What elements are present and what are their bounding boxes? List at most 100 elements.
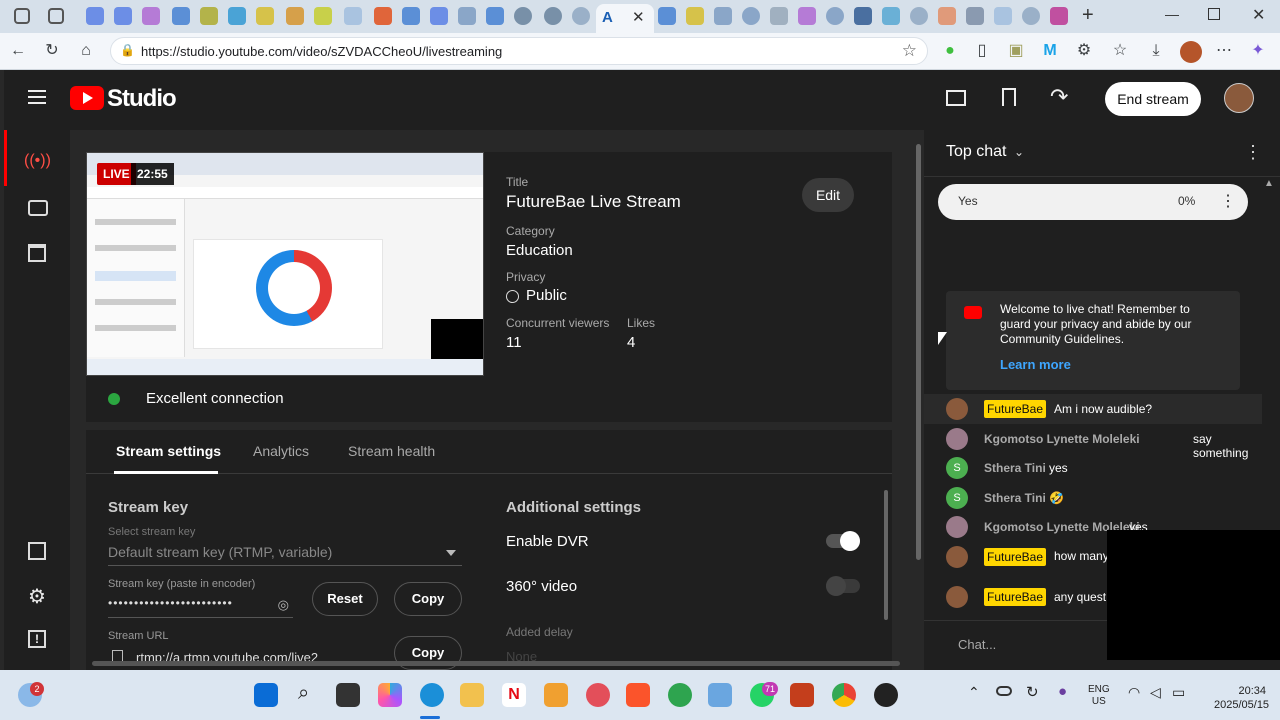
brave-icon[interactable]: [626, 683, 650, 707]
chat-avatar[interactable]: [946, 545, 968, 568]
browser-tab[interactable]: [686, 7, 704, 25]
start-button-icon[interactable]: [254, 683, 278, 707]
browser-tab[interactable]: [826, 7, 844, 25]
chat-more-options-icon[interactable]: ⋮: [1244, 142, 1262, 163]
powerpoint-icon[interactable]: [790, 683, 814, 707]
extension-icon[interactable]: ●: [940, 41, 960, 61]
end-stream-button[interactable]: End stream: [1105, 82, 1201, 116]
hamburger-menu-icon[interactable]: [28, 90, 46, 104]
stream-key-input[interactable]: •••••••••••••••••••••••• ◎: [108, 594, 293, 618]
language-indicator[interactable]: ENG US: [1088, 684, 1110, 708]
studio-logo-text[interactable]: Studio: [107, 85, 177, 113]
battery-icon[interactable]: ▭: [1172, 684, 1185, 701]
chat-avatar[interactable]: [946, 586, 968, 608]
feedback-icon[interactable]: !: [28, 630, 46, 648]
favorite-star-icon[interactable]: ☆: [902, 41, 917, 61]
browser-tab[interactable]: [514, 7, 532, 25]
video-360-toggle[interactable]: [826, 576, 860, 596]
chat-author[interactable]: FutureBae: [984, 400, 1047, 418]
browser-tab[interactable]: [458, 7, 476, 25]
browser-tab[interactable]: [658, 7, 676, 25]
browser-tab[interactable]: [430, 7, 448, 25]
browser-tab[interactable]: [314, 7, 332, 25]
chat-message[interactable]: FutureBae Am i now audible?: [946, 398, 1266, 426]
account-avatar[interactable]: [1224, 83, 1254, 113]
browser-tab[interactable]: [742, 7, 760, 25]
back-icon[interactable]: ←: [8, 41, 28, 61]
active-browser-tab[interactable]: A ✕: [596, 4, 654, 33]
browser-tab[interactable]: [966, 7, 984, 25]
clock[interactable]: 20:34 2025/05/15: [1214, 684, 1269, 712]
chat-author[interactable]: FutureBae: [984, 547, 1047, 566]
browser-tab[interactable]: [910, 7, 928, 25]
task-view-icon[interactable]: [336, 683, 360, 707]
home-icon[interactable]: ⌂: [76, 41, 96, 61]
chat-scroll-up-icon[interactable]: ▲: [1264, 178, 1274, 189]
chat-avatar[interactable]: [946, 398, 968, 420]
chat-author[interactable]: Sthera Tini: [984, 461, 1046, 475]
file-explorer-icon[interactable]: [460, 683, 484, 707]
browser-tab[interactable]: [770, 7, 788, 25]
search-icon[interactable]: ⌕: [298, 682, 309, 705]
sync-icon[interactable]: ↻: [1026, 683, 1039, 701]
browser-tab[interactable]: [544, 7, 562, 25]
edit-button[interactable]: Edit: [802, 178, 854, 212]
maximize-icon[interactable]: [1208, 8, 1220, 20]
close-tab-icon[interactable]: ✕: [632, 8, 645, 26]
browser-tab[interactable]: [344, 7, 362, 25]
netflix-icon[interactable]: N: [502, 683, 526, 707]
copy-key-button[interactable]: Copy: [394, 582, 462, 616]
hide-key-eye-icon[interactable]: ◎: [278, 597, 289, 613]
settings-scrollbar[interactable]: [884, 490, 888, 620]
browser-tab[interactable]: [572, 7, 590, 25]
browser-tab[interactable]: [374, 7, 392, 25]
vertical-tabs-icon[interactable]: [48, 8, 64, 24]
stream-preview[interactable]: LIVE 22:55: [86, 152, 484, 376]
favorites-icon[interactable]: ☆: [1110, 41, 1130, 61]
new-tab-icon[interactable]: +: [1082, 4, 1094, 27]
chat-mode-selector[interactable]: Top chat ⌄: [946, 143, 1024, 161]
chat-avatar[interactable]: [946, 427, 968, 450]
notepad-icon[interactable]: [708, 683, 732, 707]
lock-icon[interactable]: 🔒: [120, 43, 135, 57]
learn-more-link[interactable]: Learn more: [1000, 357, 1071, 372]
tab-stream-settings[interactable]: Stream settings: [116, 443, 221, 459]
chat-avatar[interactable]: S: [946, 486, 968, 509]
browser-tab[interactable]: [256, 7, 274, 25]
wifi-icon[interactable]: ◠: [1128, 684, 1140, 701]
chat-input[interactable]: Chat...: [958, 637, 996, 652]
chat-message[interactable]: S Sthera Tini 🤣: [946, 486, 1266, 515]
browser-tab[interactable]: [1022, 7, 1040, 25]
chat-avatar[interactable]: [946, 516, 968, 538]
browser-tab[interactable]: [286, 7, 304, 25]
tab-analytics[interactable]: Analytics: [253, 443, 309, 459]
browser-tab[interactable]: [142, 7, 160, 25]
chat-message[interactable]: S Sthera Tini yes: [946, 457, 1266, 485]
chat-author[interactable]: FutureBae: [984, 588, 1047, 606]
browser-tab[interactable]: [114, 7, 132, 25]
browser-tab[interactable]: [798, 7, 816, 25]
poll-more-icon[interactable]: ⋮: [1220, 191, 1236, 211]
onedrive-icon[interactable]: [996, 686, 1012, 696]
close-window-icon[interactable]: ✕: [1252, 5, 1265, 25]
volume-icon[interactable]: ◁: [1150, 684, 1161, 701]
youtube-logo-icon[interactable]: [70, 86, 104, 110]
share-icon[interactable]: ↷: [1050, 84, 1068, 110]
app-icon[interactable]: [874, 683, 898, 707]
downloads-icon[interactable]: ⤓: [1146, 41, 1166, 61]
reset-key-button[interactable]: Reset: [312, 582, 378, 616]
browser-tab[interactable]: [486, 7, 504, 25]
browser-tab[interactable]: [86, 7, 104, 25]
address-bar[interactable]: 🔒 https://studio.youtube.com/video/sZVDA…: [110, 37, 928, 65]
minimize-icon[interactable]: —: [1165, 6, 1179, 22]
calendar-icon[interactable]: [28, 244, 46, 262]
live-stream-icon[interactable]: ((•)): [24, 152, 51, 170]
browser-tab[interactable]: [938, 7, 956, 25]
browser-tab[interactable]: [714, 7, 732, 25]
horizontal-scrollbar[interactable]: [92, 661, 900, 666]
show-hidden-icons-icon[interactable]: ⌃: [968, 684, 980, 701]
browser-tab[interactable]: [228, 7, 246, 25]
app-icon[interactable]: [668, 683, 692, 707]
stream-key-select[interactable]: Default stream key (RTMP, variable): [108, 544, 462, 566]
sublime-icon[interactable]: [544, 683, 568, 707]
